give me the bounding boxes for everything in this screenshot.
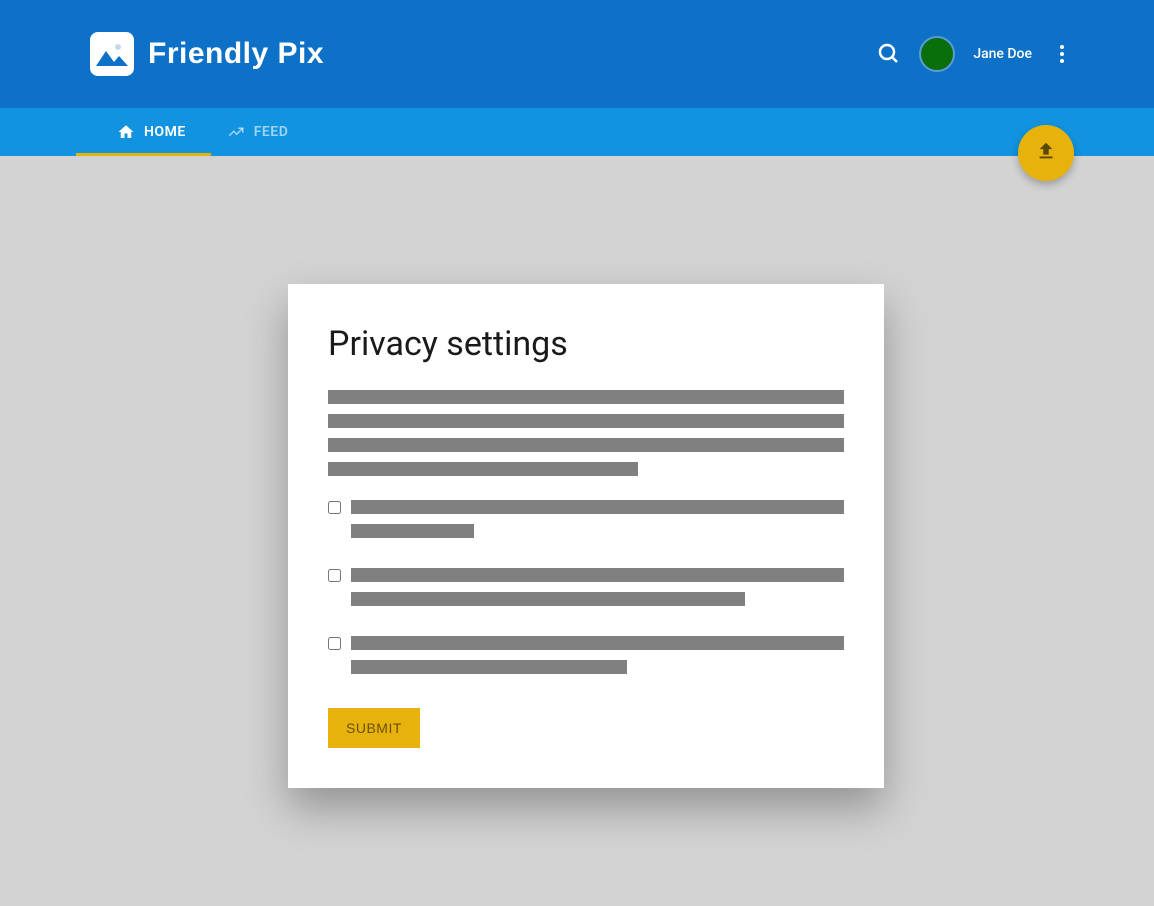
submit-button[interactable]: SUBMIT <box>328 708 420 748</box>
search-icon[interactable] <box>877 42 901 66</box>
app-title: Friendly Pix <box>148 37 324 71</box>
avatar[interactable] <box>919 36 955 72</box>
tab-home[interactable]: HOME <box>96 108 206 156</box>
nav-tabs: HOME FEED <box>0 108 1154 156</box>
privacy-option-1 <box>328 500 844 548</box>
logo-section: Friendly Pix <box>90 32 324 76</box>
username-label[interactable]: Jane Doe <box>973 46 1032 62</box>
privacy-option-2 <box>328 568 844 616</box>
privacy-checkbox-3[interactable] <box>328 637 341 650</box>
tab-feed[interactable]: FEED <box>206 108 309 156</box>
privacy-option-3 <box>328 636 844 684</box>
privacy-option-1-text <box>351 500 844 548</box>
tab-feed-label: FEED <box>254 124 289 140</box>
app-logo-icon[interactable] <box>90 32 134 76</box>
upload-fab[interactable] <box>1018 125 1074 181</box>
app-header: Friendly Pix Jane Doe <box>0 0 1154 108</box>
card-title: Privacy settings <box>328 324 844 364</box>
header-right: Jane Doe <box>877 36 1074 72</box>
privacy-option-3-text <box>351 636 844 684</box>
privacy-checkbox-2[interactable] <box>328 569 341 582</box>
privacy-checkbox-1[interactable] <box>328 501 341 514</box>
more-vert-icon[interactable] <box>1050 42 1074 66</box>
card-description <box>328 390 844 476</box>
main-content: Privacy settings <box>0 156 1154 906</box>
privacy-option-2-text <box>351 568 844 616</box>
upload-icon <box>1035 140 1057 166</box>
privacy-settings-card: Privacy settings <box>288 284 884 788</box>
tab-home-label: HOME <box>144 124 186 140</box>
